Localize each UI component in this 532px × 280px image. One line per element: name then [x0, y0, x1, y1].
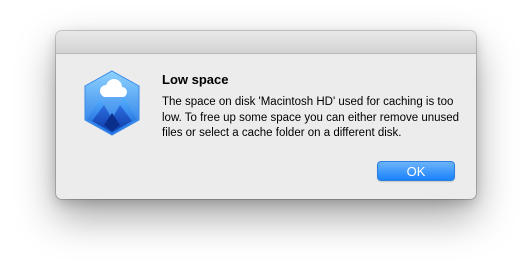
cloud-mountain-app-icon	[82, 69, 142, 137]
alert-title: Low space	[162, 72, 229, 87]
alert-dialog: Low space The space on disk 'Macintosh H…	[56, 31, 476, 199]
ok-button[interactable]: OK	[377, 161, 455, 181]
alert-message: The space on disk 'Macintosh HD' used fo…	[162, 96, 460, 139]
window-titlebar[interactable]	[56, 31, 476, 54]
